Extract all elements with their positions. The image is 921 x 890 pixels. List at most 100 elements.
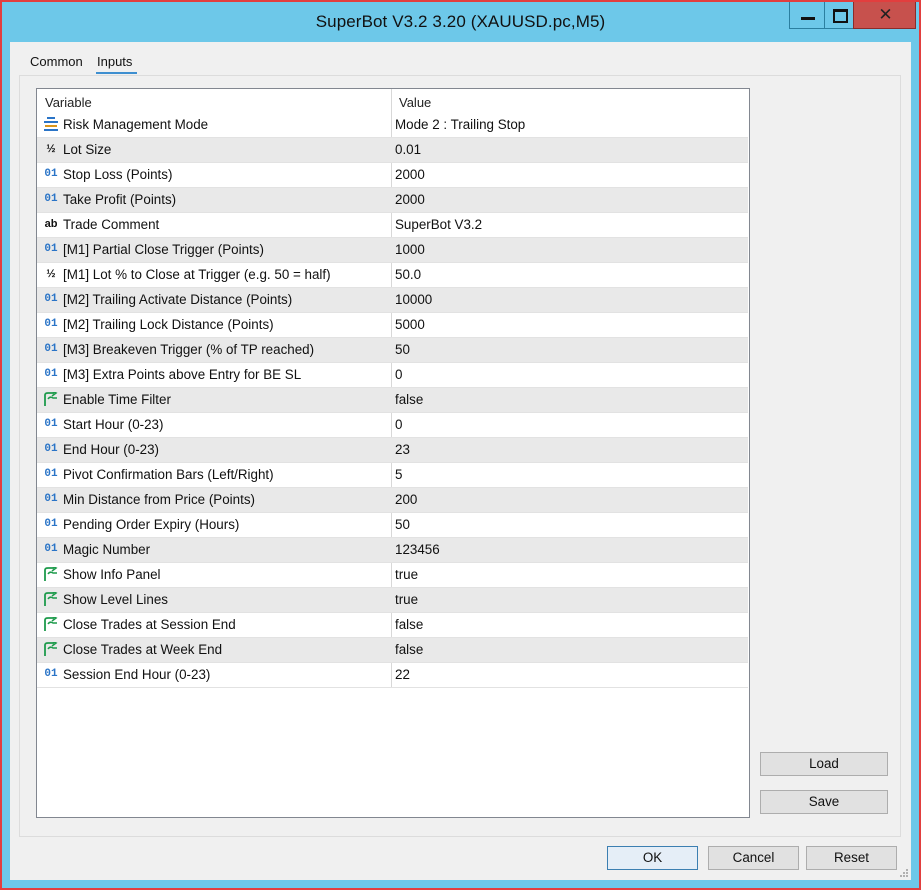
resize-grip-icon[interactable] xyxy=(897,868,909,878)
input-value[interactable]: 200 xyxy=(395,492,417,507)
input-row[interactable]: Close Trades at Session End false xyxy=(37,613,748,638)
column-header-variable[interactable]: Variable xyxy=(45,95,92,110)
input-row[interactable]: 01 [M2] Trailing Activate Distance (Point… xyxy=(37,288,748,313)
bool-icon xyxy=(43,391,59,408)
input-variable-name: Take Profit (Points) xyxy=(63,192,177,207)
int-icon: 01 xyxy=(44,193,58,205)
input-value[interactable]: 0 xyxy=(395,367,402,382)
tab-inputs[interactable]: Inputs xyxy=(97,54,132,69)
input-variable-name: [M2] Trailing Activate Distance (Points) xyxy=(63,292,293,307)
input-variable-name: Min Distance from Price (Points) xyxy=(63,492,255,507)
maximize-button[interactable] xyxy=(824,2,854,29)
enum-icon xyxy=(43,116,59,133)
int-icon: 01 xyxy=(44,543,58,555)
dialog-window: SuperBot V3.2 3.20 (XAUUSD.pc,M5) ✕ Comm… xyxy=(0,0,921,890)
input-row[interactable]: 01 End Hour (0-23) 23 xyxy=(37,438,748,463)
save-button[interactable]: Save xyxy=(760,790,888,814)
int-icon: 01 xyxy=(44,168,58,180)
int-icon: 01 xyxy=(44,293,58,305)
double-icon: ½ xyxy=(46,143,56,155)
input-variable-name: [M3] Extra Points above Entry for BE SL xyxy=(63,367,302,382)
input-variable-name: [M1] Partial Close Trigger (Points) xyxy=(63,242,264,257)
input-value[interactable]: false xyxy=(395,642,423,657)
int-icon: 01 xyxy=(44,368,58,380)
double-icon: ½ xyxy=(46,268,56,280)
input-variable-name: Trade Comment xyxy=(63,217,160,232)
input-value[interactable]: 50 xyxy=(395,342,410,357)
input-row[interactable]: 01 Start Hour (0-23) 0 xyxy=(37,413,748,438)
bool-icon xyxy=(43,566,59,583)
int-icon: 01 xyxy=(44,443,58,455)
column-header-value[interactable]: Value xyxy=(399,95,431,110)
input-row[interactable]: ½ Lot Size 0.01 xyxy=(37,138,748,163)
input-row[interactable]: 01 Pending Order Expiry (Hours) 50 xyxy=(37,513,748,538)
int-icon: 01 xyxy=(44,668,58,680)
input-row[interactable]: ab Trade Comment SuperBot V3.2 xyxy=(37,213,748,238)
maximize-icon xyxy=(833,9,848,23)
grid-header: Variable Value xyxy=(37,89,749,113)
int-icon: 01 xyxy=(44,518,58,530)
input-row[interactable]: Risk Management Mode Mode 2 : Trailing St… xyxy=(37,113,748,138)
cancel-button[interactable]: Cancel xyxy=(708,846,799,870)
reset-button[interactable]: Reset xyxy=(806,846,897,870)
int-icon: 01 xyxy=(44,493,58,505)
bool-icon xyxy=(43,641,59,658)
ok-button[interactable]: OK xyxy=(607,846,698,870)
dialog-client-area: Common Inputs Variable Value Risk Manage… xyxy=(10,42,911,880)
input-row[interactable]: 01 [M1] Partial Close Trigger (Points) 100… xyxy=(37,238,748,263)
inputs-grid: Variable Value Risk Management Mode Mode … xyxy=(36,88,750,818)
input-row[interactable]: ½ [M1] Lot % to Close at Trigger (e.g. 50… xyxy=(37,263,748,288)
bool-icon xyxy=(43,591,59,608)
input-value[interactable]: true xyxy=(395,567,418,582)
input-row[interactable]: 01 Magic Number 123456 xyxy=(37,538,748,563)
input-value[interactable]: true xyxy=(395,592,418,607)
close-button[interactable]: ✕ xyxy=(853,2,916,29)
input-variable-name: End Hour (0-23) xyxy=(63,442,160,457)
input-row[interactable]: 01 Stop Loss (Points) 2000 xyxy=(37,163,748,188)
input-variable-name: Close Trades at Week End xyxy=(63,642,223,657)
input-row[interactable]: 01 Take Profit (Points) 2000 xyxy=(37,188,748,213)
input-value[interactable]: Mode 2 : Trailing Stop xyxy=(395,117,525,132)
input-variable-name: Risk Management Mode xyxy=(63,117,209,132)
input-value[interactable]: 0 xyxy=(395,417,402,432)
input-value[interactable]: 2000 xyxy=(395,192,425,207)
load-button[interactable]: Load xyxy=(760,752,888,776)
input-variable-name: [M3] Breakeven Trigger (% of TP reached) xyxy=(63,342,315,357)
input-variable-name: Show Info Panel xyxy=(63,567,161,582)
input-value[interactable]: 23 xyxy=(395,442,410,457)
input-variable-name: [M1] Lot % to Close at Trigger (e.g. 50 … xyxy=(63,267,331,282)
input-row[interactable]: 01 [M3] Extra Points above Entry for BE S… xyxy=(37,363,748,388)
input-value[interactable]: 50 xyxy=(395,517,410,532)
input-value[interactable]: false xyxy=(395,392,423,407)
bool-icon xyxy=(43,616,59,633)
minimize-icon xyxy=(801,17,815,20)
input-value[interactable]: 2000 xyxy=(395,167,425,182)
input-row[interactable]: Show Info Panel true xyxy=(37,563,748,588)
active-tab-indicator xyxy=(96,72,137,74)
input-row[interactable]: Enable Time Filter false xyxy=(37,388,748,413)
input-value[interactable]: SuperBot V3.2 xyxy=(395,217,482,232)
input-variable-name: Stop Loss (Points) xyxy=(63,167,173,182)
minimize-button[interactable] xyxy=(789,2,825,29)
input-row[interactable]: 01 Min Distance from Price (Points) 200 xyxy=(37,488,748,513)
input-row[interactable]: 01 Session End Hour (0-23) 22 xyxy=(37,663,748,688)
input-value[interactable]: 5000 xyxy=(395,317,425,332)
input-value[interactable]: 50.0 xyxy=(395,267,421,282)
input-value[interactable]: 10000 xyxy=(395,292,432,307)
input-row[interactable]: Close Trades at Week End false xyxy=(37,638,748,663)
tab-common[interactable]: Common xyxy=(30,54,83,69)
input-variable-name: Show Level Lines xyxy=(63,592,168,607)
input-value[interactable]: false xyxy=(395,617,423,632)
input-value[interactable]: 123456 xyxy=(395,542,440,557)
int-icon: 01 xyxy=(44,418,58,430)
input-value[interactable]: 5 xyxy=(395,467,402,482)
input-row[interactable]: 01 [M3] Breakeven Trigger (% of TP reache… xyxy=(37,338,748,363)
input-row[interactable]: Show Level Lines true xyxy=(37,588,748,613)
input-value[interactable]: 0.01 xyxy=(395,142,421,157)
input-variable-name: Close Trades at Session End xyxy=(63,617,236,632)
input-row[interactable]: 01 Pivot Confirmation Bars (Left/Right) 5 xyxy=(37,463,748,488)
input-value[interactable]: 22 xyxy=(395,667,410,682)
title-bar[interactable]: SuperBot V3.2 3.20 (XAUUSD.pc,M5) ✕ xyxy=(2,2,919,42)
input-row[interactable]: 01 [M2] Trailing Lock Distance (Points) 50… xyxy=(37,313,748,338)
input-value[interactable]: 1000 xyxy=(395,242,425,257)
